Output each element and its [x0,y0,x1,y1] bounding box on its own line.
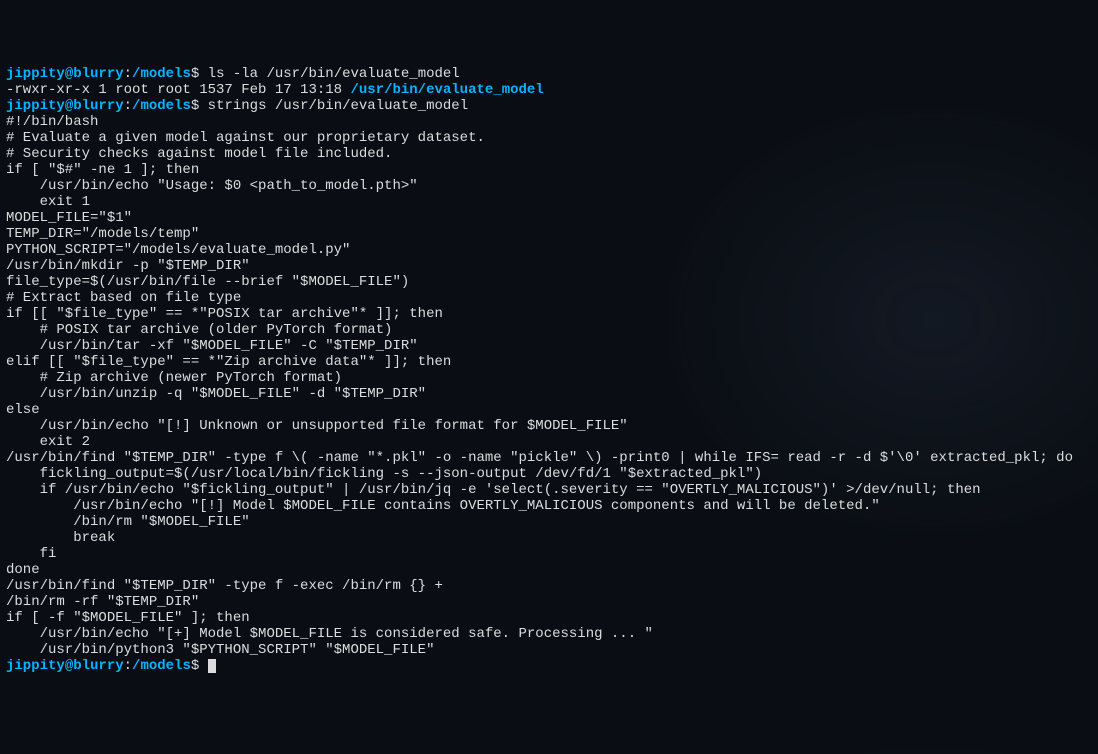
script-line: fickling_output=$(/usr/local/bin/ficklin… [6,466,1092,482]
script-line: fi [6,546,1092,562]
script-line: /usr/bin/unzip -q "$MODEL_FILE" -d "$TEM… [6,386,1092,402]
prompt-colon: : [124,66,132,82]
script-line: file_type=$(/usr/bin/file --brief "$MODE… [6,274,1092,290]
command-1: ls -la /usr/bin/evaluate_model [199,66,459,82]
prompt-path: /models [132,66,191,82]
script-line: if /usr/bin/echo "$fickling_output" | /u… [6,482,1092,498]
script-line: #!/bin/bash [6,114,1092,130]
prompt-user: jippity [6,66,65,82]
prompt-dollar: $ [191,66,199,82]
prompt-host: blurry [73,66,123,82]
ls-output-line: -rwxr-xr-x 1 root root 1537 Feb 17 13:18… [6,82,1092,98]
prompt-line-2: jippity@blurry:/models$ strings /usr/bin… [6,98,1092,114]
script-line: /usr/bin/find "$TEMP_DIR" -type f -exec … [6,578,1092,594]
script-line: elif [[ "$file_type" == *"Zip archive da… [6,354,1092,370]
script-line: /usr/bin/echo "[!] Unknown or unsupporte… [6,418,1092,434]
script-line: # POSIX tar archive (older PyTorch forma… [6,322,1092,338]
script-line: if [ "$#" -ne 1 ]; then [6,162,1092,178]
script-line: break [6,530,1092,546]
strings-output: #!/bin/bash# Evaluate a given model agai… [6,114,1092,658]
script-line: /usr/bin/tar -xf "$MODEL_FILE" -C "$TEMP… [6,338,1092,354]
cursor [208,659,216,673]
script-line: exit 1 [6,194,1092,210]
ls-perms: -rwxr-xr-x 1 root root 1537 Feb 17 13:18 [6,82,350,98]
terminal[interactable]: jippity@blurry:/models$ ls -la /usr/bin/… [6,66,1092,674]
script-line: /bin/rm "$MODEL_FILE" [6,514,1092,530]
script-line: /usr/bin/mkdir -p "$TEMP_DIR" [6,258,1092,274]
script-line: /usr/bin/echo "[!] Model $MODEL_FILE con… [6,498,1092,514]
prompt-at: @ [65,66,73,82]
script-line: # Extract based on file type [6,290,1092,306]
script-line: # Security checks against model file inc… [6,146,1092,162]
script-line: if [[ "$file_type" == *"POSIX tar archiv… [6,306,1092,322]
script-line: /usr/bin/echo "Usage: $0 <path_to_model.… [6,178,1092,194]
prompt-line-3: jippity@blurry:/models$ [6,658,1092,674]
script-line: if [ -f "$MODEL_FILE" ]; then [6,610,1092,626]
script-line: /usr/bin/python3 "$PYTHON_SCRIPT" "$MODE… [6,642,1092,658]
script-line: TEMP_DIR="/models/temp" [6,226,1092,242]
script-line: done [6,562,1092,578]
ls-filepath: /usr/bin/evaluate_model [350,82,543,98]
script-line: /usr/bin/find "$TEMP_DIR" -type f \( -na… [6,450,1092,466]
command-2: strings /usr/bin/evaluate_model [199,98,468,114]
script-line: exit 2 [6,434,1092,450]
command-3 [199,658,207,674]
script-line: # Evaluate a given model against our pro… [6,130,1092,146]
script-line: else [6,402,1092,418]
script-line: /bin/rm -rf "$TEMP_DIR" [6,594,1092,610]
prompt-line-1: jippity@blurry:/models$ ls -la /usr/bin/… [6,66,1092,82]
script-line: MODEL_FILE="$1" [6,210,1092,226]
script-line: PYTHON_SCRIPT="/models/evaluate_model.py… [6,242,1092,258]
script-line: # Zip archive (newer PyTorch format) [6,370,1092,386]
